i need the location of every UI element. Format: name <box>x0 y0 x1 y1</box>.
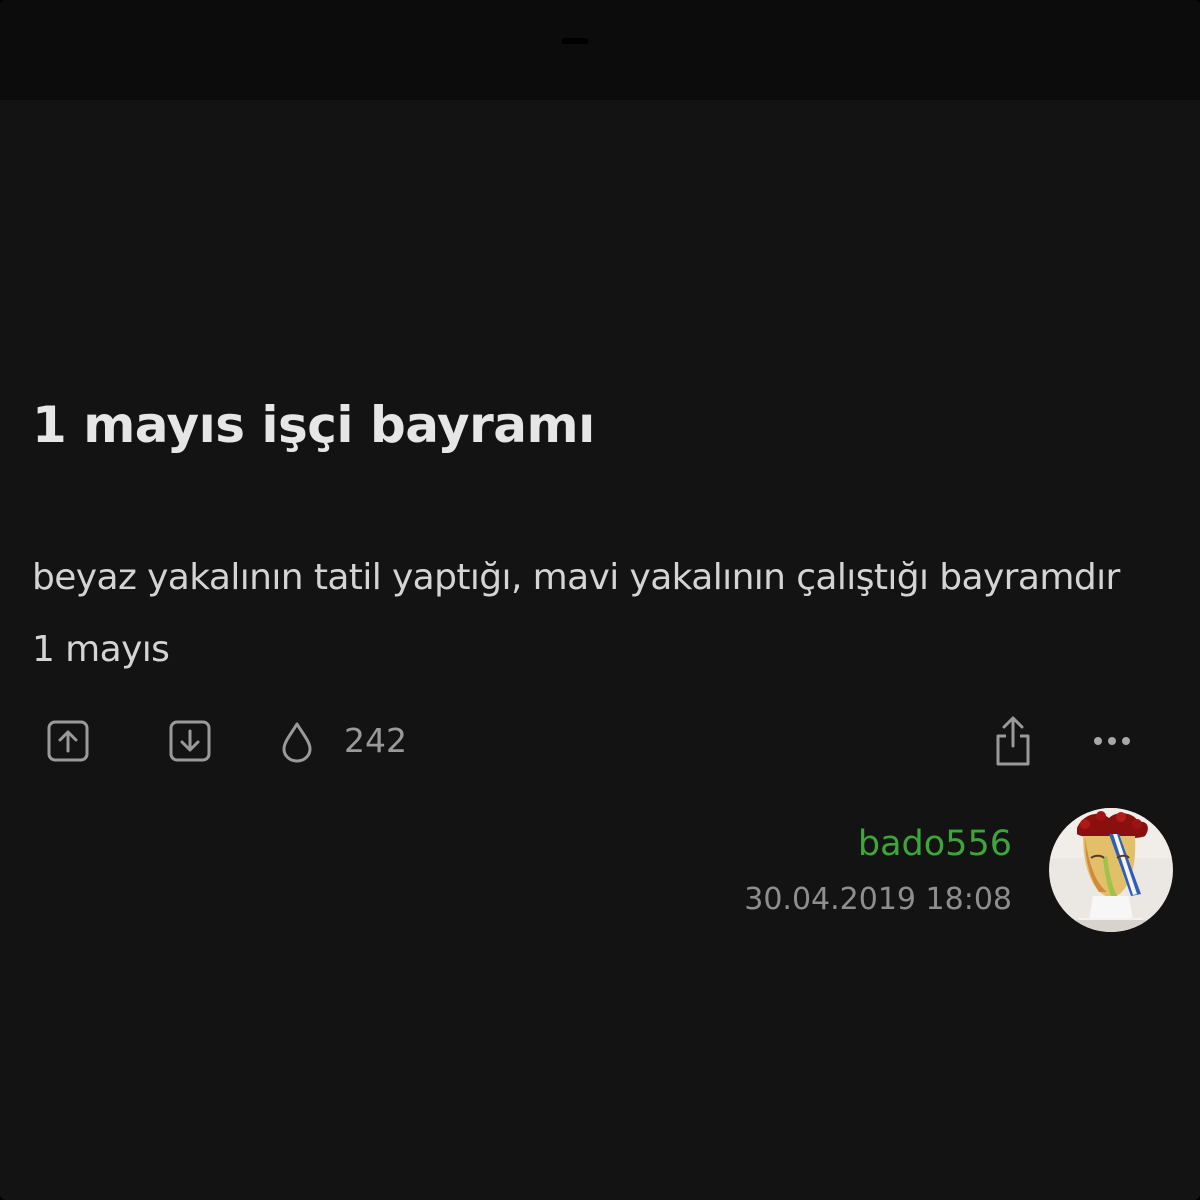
more-horizontal-icon <box>1094 737 1130 745</box>
entry-screen: 1 mayıs işçi bayramı beyaz yakalının tat… <box>0 0 1200 1200</box>
upvote-button[interactable] <box>46 719 90 763</box>
share-icon <box>996 716 1030 766</box>
author-info: bado556 30.04.2019 18:08 <box>744 822 1012 918</box>
share-button[interactable] <box>992 714 1034 768</box>
bust-sculpture-avatar <box>1049 808 1173 932</box>
entry-body: beyaz yakalının tatil yaptığı, mavi yaka… <box>32 557 1120 670</box>
entry-actions: 242 <box>0 712 1200 772</box>
top-notch <box>562 38 588 44</box>
top-bar <box>0 0 1200 100</box>
favorite-button[interactable] <box>280 720 314 764</box>
entry-date[interactable]: 30.04.2019 18:08 <box>744 882 1012 918</box>
arrow-down-square-icon <box>169 720 211 762</box>
author-username[interactable]: bado556 <box>744 822 1012 866</box>
drop-icon <box>282 722 312 763</box>
avatar[interactable] <box>1049 808 1173 932</box>
arrow-up-square-icon <box>47 720 89 762</box>
more-options-button[interactable] <box>1092 734 1132 748</box>
entry-title[interactable]: 1 mayıs işçi bayramı <box>32 392 595 458</box>
downvote-button[interactable] <box>168 719 212 763</box>
favorite-count[interactable]: 242 <box>344 721 407 761</box>
